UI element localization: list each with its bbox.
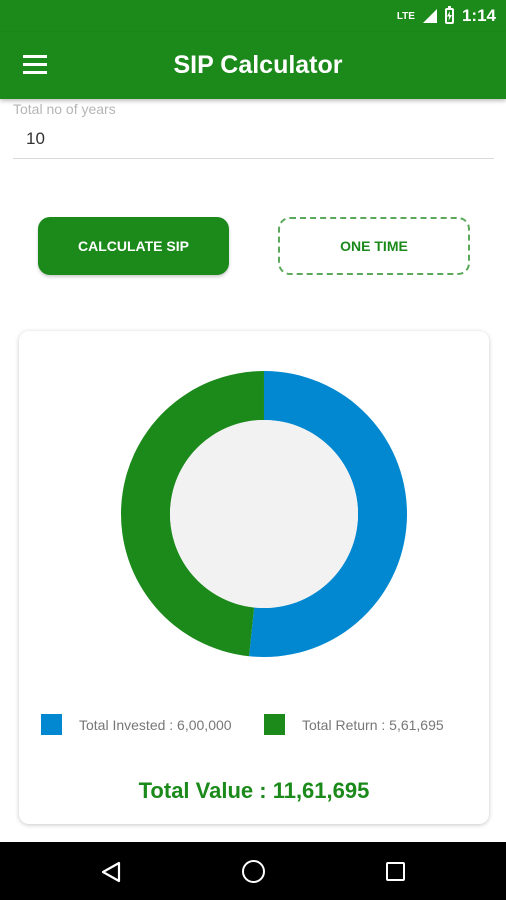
- result-card: Total Invested : 6,00,000 Total Return :…: [19, 331, 489, 824]
- clock: 1:14: [461, 6, 496, 25]
- status-bar: LTE 1:14: [0, 0, 506, 32]
- donut-chart: [121, 371, 408, 657]
- years-label: Total no of years: [13, 101, 116, 117]
- years-input[interactable]: 10: [26, 129, 45, 149]
- navigation-bar: [0, 842, 506, 900]
- legend-item-invested: Total Invested : 6,00,000: [41, 714, 232, 735]
- calculate-sip-button[interactable]: CALCULATE SIP: [38, 217, 229, 275]
- app-title: SIP Calculator: [173, 51, 343, 79]
- legend: Total Invested : 6,00,000 Total Return :…: [41, 714, 471, 738]
- signal-icon: [422, 9, 437, 23]
- app-bar: SIP Calculator: [0, 32, 506, 99]
- one-time-button[interactable]: ONE TIME: [278, 217, 470, 275]
- recent-apps-icon[interactable]: [386, 862, 405, 881]
- years-field[interactable]: Total no of years 10: [13, 101, 494, 159]
- legend-swatch-return: [264, 714, 285, 735]
- home-icon[interactable]: [242, 860, 265, 883]
- legend-label-invested: Total Invested : 6,00,000: [79, 716, 232, 733]
- total-value: Total Value : 11,61,695: [138, 778, 370, 803]
- legend-swatch-invested: [41, 714, 62, 735]
- network-type: LTE: [396, 10, 415, 22]
- legend-item-return: Total Return : 5,61,695: [264, 714, 444, 735]
- donut-center: [170, 420, 358, 608]
- status-icons: LTE 1:14: [397, 6, 496, 26]
- back-icon[interactable]: [101, 861, 121, 883]
- legend-label-return: Total Return : 5,61,695: [302, 716, 444, 733]
- battery-charging-icon: [444, 6, 454, 24]
